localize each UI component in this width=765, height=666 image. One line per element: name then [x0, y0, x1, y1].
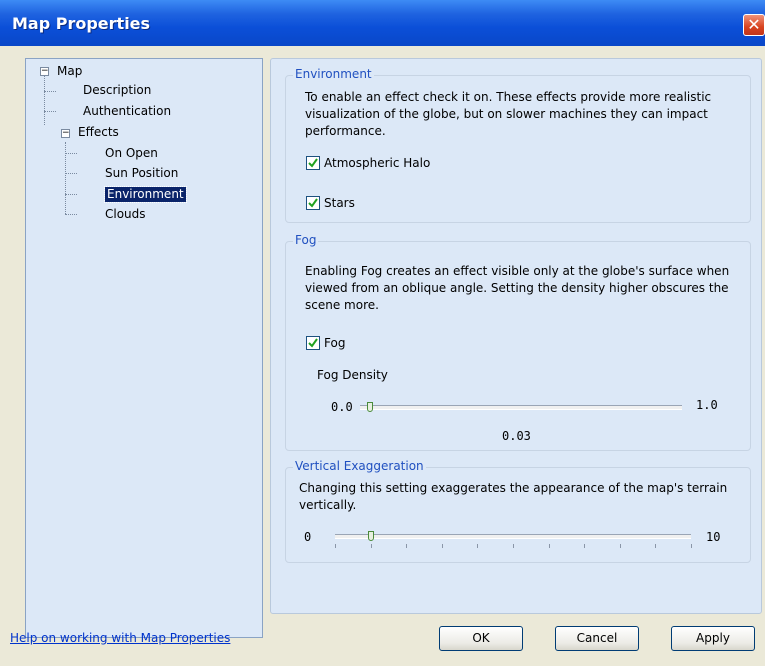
vertical-exaggeration-max-label: 10: [706, 530, 721, 544]
environment-description: To enable an effect check it on. These e…: [305, 90, 712, 138]
tree-item-sun-position[interactable]: Sun Position: [105, 166, 178, 181]
tree-connector: [44, 111, 56, 112]
atmospheric-halo-label: Atmospheric Halo: [324, 156, 431, 170]
slider-tick: [513, 544, 514, 548]
fog-value-label: 0.03: [502, 429, 531, 443]
vertical-exaggeration-legend: Vertical Exaggeration: [293, 459, 426, 473]
vertical-exaggeration-slider-thumb[interactable]: [367, 531, 374, 541]
slider-tick: [477, 544, 479, 548]
checkmark-icon: [308, 338, 318, 348]
slider-tick: [406, 544, 408, 548]
slider-tick: [691, 544, 692, 548]
dialog-client: − Map Description Authentication − Effec…: [0, 46, 765, 666]
fog-group: Fog Enabling Fog creates an effect visib…: [285, 233, 751, 451]
vertical-exaggeration-track[interactable]: [335, 534, 691, 539]
tree-connector: [65, 153, 77, 154]
cancel-button[interactable]: Cancel: [555, 626, 639, 651]
vertical-exaggeration-description: Changing this setting exaggerates the ap…: [299, 481, 728, 512]
tree-item-effects[interactable]: Effects: [78, 125, 119, 140]
tree-connector: [65, 173, 77, 174]
apply-button[interactable]: Apply: [671, 626, 755, 651]
tree-item-environment[interactable]: Environment: [104, 186, 187, 203]
stars-checkbox[interactable]: [306, 196, 320, 210]
fog-min-label: 0.0: [331, 400, 353, 414]
stars-label: Stars: [324, 196, 355, 210]
vertical-exaggeration-group: Vertical Exaggeration Changing this sett…: [285, 459, 751, 563]
tree-item-authentication[interactable]: Authentication: [83, 104, 171, 119]
environment-group: Environment To enable an effect check it…: [285, 67, 751, 223]
fog-checkbox-label: Fog: [324, 336, 346, 350]
fog-density-track[interactable]: [360, 405, 682, 410]
fog-legend: Fog: [293, 233, 319, 247]
fog-description: Enabling Fog creates an effect visible o…: [305, 264, 730, 312]
ok-button[interactable]: OK: [439, 626, 523, 651]
tree-item-map[interactable]: Map: [57, 64, 82, 79]
slider-tick: [619, 544, 621, 548]
slider-tick: [548, 544, 550, 548]
fog-checkbox[interactable]: [306, 336, 320, 350]
help-link[interactable]: Help on working with Map Properties: [10, 631, 230, 645]
tree-item-description[interactable]: Description: [83, 83, 151, 98]
title-bar: Map Properties ✕: [0, 0, 765, 46]
fog-max-label: 1.0: [696, 398, 718, 412]
checkmark-icon: [308, 158, 318, 168]
tree-connector: [44, 75, 45, 125]
fog-density-label: Fog Density: [317, 368, 388, 382]
tree-view[interactable]: − Map Description Authentication − Effec…: [25, 58, 263, 638]
collapse-map-icon[interactable]: −: [40, 67, 49, 76]
close-icon: ✕: [747, 15, 761, 34]
properties-panel: Environment To enable an effect check it…: [270, 58, 762, 614]
tree-connector: [65, 194, 77, 195]
fog-density-slider-thumb[interactable]: [366, 402, 373, 412]
slider-tick: [441, 544, 443, 548]
tree-connector: [44, 91, 56, 92]
slider-tick: [370, 544, 372, 548]
checkmark-icon: [308, 198, 318, 208]
slider-tick: [655, 544, 657, 548]
slider-tick: [584, 544, 586, 548]
collapse-effects-icon[interactable]: −: [61, 129, 70, 138]
window-title: Map Properties: [12, 14, 151, 33]
tree-connector: [65, 214, 77, 215]
atmospheric-halo-checkbox[interactable]: [306, 156, 320, 170]
tree-item-on-open[interactable]: On Open: [105, 146, 158, 161]
environment-legend: Environment: [293, 67, 374, 81]
slider-tick: [335, 544, 336, 548]
vertical-exaggeration-min-label: 0: [304, 530, 312, 544]
tree-item-clouds[interactable]: Clouds: [105, 207, 146, 222]
close-button[interactable]: ✕: [743, 14, 765, 36]
